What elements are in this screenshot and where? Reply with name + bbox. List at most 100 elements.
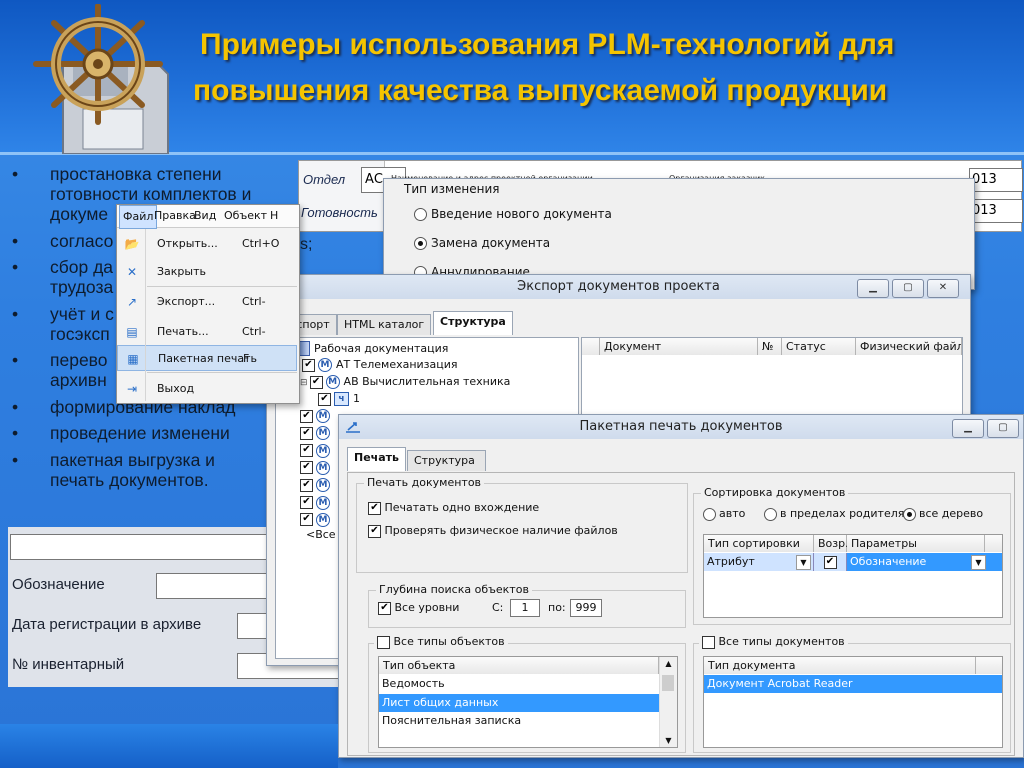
menu-item[interactable]: ▤ Печать... Ctrl- (117, 319, 297, 345)
tree-checkbox[interactable]: ✔ (300, 513, 313, 527)
menu-item-label: Экспорт... (157, 295, 216, 308)
export-column-header[interactable]: Физический файл (856, 338, 962, 355)
object-type-row[interactable]: Лист общих данных (379, 693, 659, 712)
bullet-marker: • (12, 396, 19, 417)
scroll-thumb[interactable] (662, 675, 674, 691)
all-object-types-option[interactable]: Все типы объектов (374, 635, 508, 649)
document-type-row[interactable]: Документ Acrobat Reader (704, 675, 1002, 693)
tree-checkbox[interactable]: ✔ (302, 358, 315, 372)
tree-node[interactable]: ✔ M АТ Телемеханизация (300, 358, 458, 372)
sort-table[interactable]: Тип сортировки Возр. Параметры Атрибут ▼ ✔ … (703, 534, 1003, 618)
right-field-1[interactable]: 013 (969, 168, 1023, 192)
change-type-radio[interactable] (414, 237, 427, 250)
object-types-scrollbar[interactable]: ▲ ▼ (659, 657, 677, 747)
batch-app-icon (346, 422, 360, 433)
all-doc-types-checkbox[interactable] (702, 635, 715, 649)
slide-title-line-1: Примеры использования PLM-технологий для (200, 28, 895, 61)
all-levels-option[interactable]: ✔ Все уровни (378, 601, 459, 615)
tree-checkbox[interactable]: ✔ (300, 496, 313, 509)
batch-maximize-button[interactable]: ▢ (987, 419, 1019, 438)
tree-node[interactable]: ✔ M (300, 512, 330, 527)
tree-checkbox[interactable]: ✔ (309, 375, 323, 389)
sort-asc-checkbox[interactable]: ✔ (823, 556, 837, 569)
menu-item-shortcut: Ctrl- (242, 325, 266, 338)
tree-checkbox[interactable]: ✔ (318, 392, 331, 406)
tree-node-label: АВ Вычислительная техника (343, 375, 511, 388)
object-type-row[interactable]: Пояснительная записка (379, 712, 659, 730)
print-once-option[interactable]: ✔ Печатать одно вхождение (368, 501, 539, 515)
menu-item[interactable]: ✕ Закрыть (117, 259, 297, 285)
menu-item-label: Закрыть (157, 265, 206, 278)
sort-option[interactable]: в пределах родителя (764, 507, 904, 521)
tree-node[interactable]: ✔ M (300, 460, 330, 475)
menu-item[interactable]: ↗ Экспорт... Ctrl- (117, 289, 297, 315)
tree-checkbox[interactable]: ✔ (300, 409, 313, 423)
change-type-option[interactable]: Замена документа (414, 236, 550, 250)
all-doc-types-option[interactable]: Все типы документов (699, 635, 848, 649)
sort-column-header[interactable]: Тип сортировки (704, 535, 814, 552)
scroll-up-icon[interactable]: ▲ (660, 659, 677, 668)
sort-type-dropdown-icon[interactable]: ▼ (796, 555, 811, 570)
document-types-list[interactable]: Тип документа Документ Acrobat Reader (703, 656, 1003, 748)
batch-tab[interactable]: Печать (347, 447, 406, 471)
scroll-down-icon[interactable]: ▼ (660, 736, 677, 745)
sort-column-header[interactable]: Параметры (847, 535, 985, 552)
check-files-checkbox[interactable]: ✔ (368, 524, 381, 538)
menu-item[interactable]: ⇥ Выход (117, 376, 297, 402)
batch-minimize-button[interactable]: ▁ (952, 419, 984, 438)
bullet-marker: • (12, 230, 19, 251)
check-files-option[interactable]: ✔ Проверять физическое наличие файлов (368, 524, 618, 538)
export-tab[interactable]: HTML каталог (337, 314, 432, 335)
doc-type-column[interactable]: Тип документа (704, 657, 976, 674)
object-type-row[interactable]: Ведомость (379, 675, 659, 693)
export-column-header[interactable]: Документ (600, 338, 758, 355)
batch-tab[interactable]: Структура (407, 450, 486, 471)
tree-checkbox[interactable]: ✔ (300, 478, 313, 492)
minimize-button[interactable]: ▁ (857, 279, 889, 298)
sort-type-cell[interactable]: Атрибут ▼ (704, 553, 814, 571)
menu-item[interactable]: 📂 Открыть... Ctrl+O (117, 231, 297, 257)
tree-expander-icon[interactable]: ⊟ (300, 378, 308, 388)
menubar-item[interactable]: Вид (191, 205, 219, 227)
tree-node[interactable]: ✔ M (300, 495, 330, 510)
sort-column-header[interactable]: Возр. (814, 535, 849, 552)
sort-radio[interactable] (703, 507, 716, 521)
export-tab[interactable]: Структура (433, 311, 513, 335)
tree-node[interactable]: ✔Рабочая документация (282, 341, 448, 356)
object-types-list[interactable]: Тип объекта Ведомость Лист общих данных По… (378, 656, 678, 748)
from-input[interactable]: 1 (510, 599, 540, 617)
tree-node[interactable]: ✔ M (300, 426, 330, 441)
right-field-2[interactable]: 013 (969, 199, 1023, 223)
footer-bar (0, 724, 338, 768)
export-column-header[interactable]: № (758, 338, 782, 355)
tree-checkbox[interactable]: ✔ (300, 426, 313, 440)
tree-checkbox[interactable]: ✔ (300, 444, 313, 458)
sort-param-dropdown-icon[interactable]: ▼ (971, 555, 986, 570)
sort-param-cell[interactable]: Обозначение ▼ (847, 553, 988, 571)
sort-option[interactable]: все дерево (903, 507, 983, 521)
tree-node[interactable]: ✔ ч 1 (318, 392, 360, 406)
tree-node[interactable]: ✔ M (300, 409, 330, 423)
to-input[interactable]: 999 (570, 599, 602, 617)
maximize-button[interactable]: ▢ (892, 279, 924, 298)
menubar-item[interactable]: Объект (221, 205, 270, 227)
change-type-radio[interactable] (414, 208, 427, 221)
all-levels-checkbox[interactable]: ✔ (378, 601, 391, 615)
object-type-column[interactable]: Тип объекта (379, 657, 659, 674)
close-button[interactable]: ✕ (927, 279, 959, 298)
tree-node[interactable]: ✔ M (300, 478, 330, 493)
change-type-option[interactable]: Введение нового документа (414, 207, 612, 221)
tree-node[interactable]: ⊟ ✔ M АВ Вычислительная техника (300, 375, 510, 389)
menu-item[interactable]: ▦ Пакетная печать F (117, 345, 297, 371)
menubar-item[interactable]: Н (267, 205, 281, 227)
sort-option[interactable]: авто (703, 507, 745, 521)
sort-radio[interactable] (764, 507, 777, 521)
all-object-types-checkbox[interactable] (377, 635, 390, 649)
sort-asc-cell[interactable]: ✔ (814, 553, 847, 571)
sort-row[interactable]: Атрибут ▼ ✔ Обозначение ▼ (704, 553, 1002, 571)
tree-checkbox[interactable]: ✔ (300, 461, 313, 475)
print-once-checkbox[interactable]: ✔ (368, 501, 381, 515)
export-column-header[interactable]: Статус (782, 338, 856, 355)
tree-node[interactable]: ✔ M (300, 443, 330, 458)
sort-radio[interactable] (903, 507, 916, 521)
